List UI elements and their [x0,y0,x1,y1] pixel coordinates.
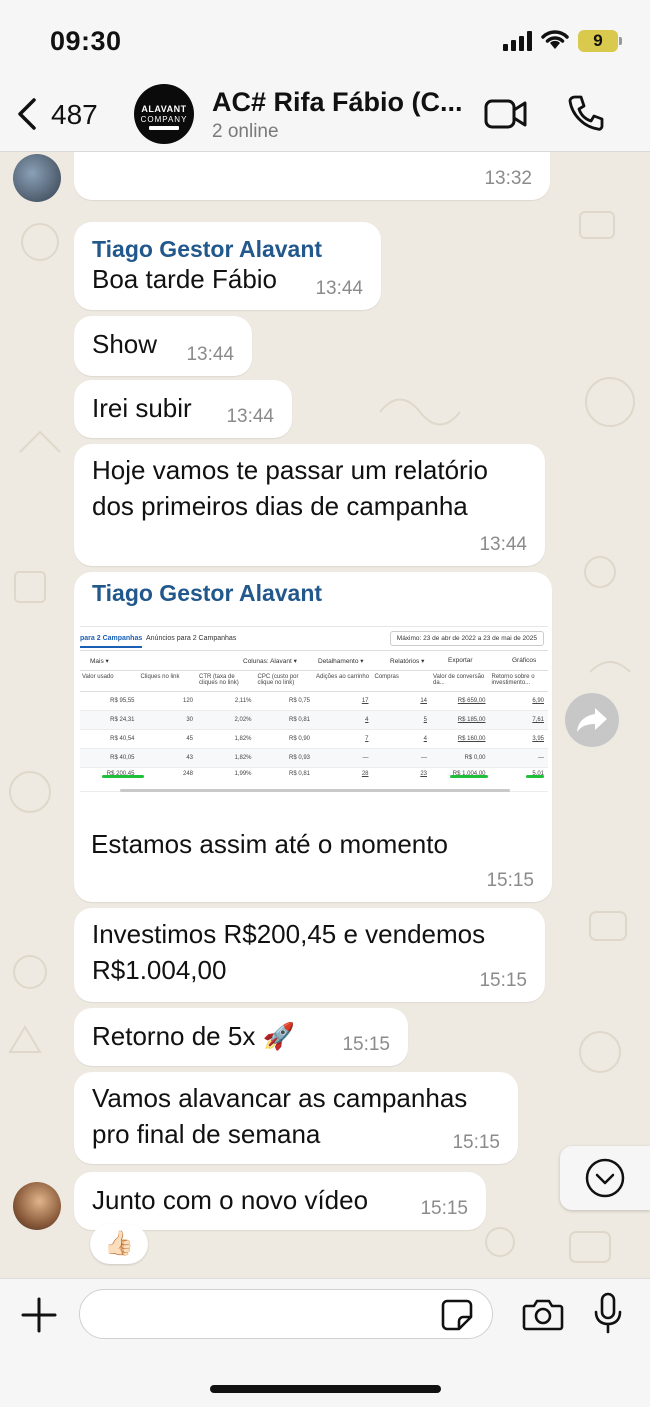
message-time: 15:15 [486,870,534,891]
report-charts: Gráficos [512,657,537,664]
microphone-icon[interactable] [593,1292,623,1334]
back-chevron-icon[interactable] [12,96,42,132]
report-row: R$ 95,55 120 2,11% R$ 0,75 17 14 R$ 659,00 6,90 [80,691,548,711]
chevron-down-icon [585,1158,625,1198]
message-text: Hoje vamos te passar um relatório dos pr… [92,455,488,521]
message-sender[interactable]: Tiago Gestor Alavant [92,236,363,263]
avatar-logo-line2: COMPANY [140,115,188,124]
message-text: Estamos assim até o momento [91,829,448,859]
report-col-header: CPC (custo por clique no link) [255,671,314,692]
message-time: 15:15 [452,1132,500,1153]
message-time: 13:44 [479,534,527,555]
message-bubble[interactable]: Retorno de 5x 🚀 15:15 [74,1008,408,1066]
participant-avatar[interactable] [13,154,61,202]
message-bubble[interactable]: Hoje vamos te passar um relatório dos pr… [74,444,545,566]
message-time: 15:15 [420,1198,468,1219]
report-col-header: Valor usado [80,671,139,692]
home-indicator [210,1385,441,1393]
report-row: R$ 40,05 43 1,82% R$ 0,93— — R$ 0,00— [80,748,548,768]
forward-arrow-icon [577,708,607,732]
highlight-mark [102,775,144,778]
online-status: 2 online [212,121,279,142]
message-text: Investimos R$200,45 e vendemos R$1.004,0… [92,919,486,985]
report-screenshot[interactable]: para 2 Campanhas Anúncios para 2 Campanh… [80,626,548,796]
message-bubble[interactable]: Junto com o novo vídeo 15:15 [74,1172,486,1230]
report-breakdown: Detalhamento ▾ [318,658,364,665]
chat-area[interactable]: 13:32 Tiago Gestor Alavant Boa tarde Fáb… [0,152,650,1278]
wifi-icon [541,30,569,49]
message-time: 13:32 [484,168,532,189]
message-text: Junto com o novo vídeo [92,1185,369,1215]
scroll-to-bottom-button[interactable] [560,1146,650,1210]
report-col-header: Compras [372,671,431,692]
report-col-header: Retorno sobre o investimento... [489,671,548,692]
message-bubble[interactable]: 13:32 [74,152,550,200]
sticker-icon[interactable] [441,1299,473,1331]
message-time: 15:15 [342,1034,390,1055]
message-bubble[interactable]: Irei subir 13:44 [74,380,292,438]
message-text: Vamos alavancar as campanhas pro final d… [92,1083,468,1149]
report-row: R$ 24,31 30 2,02% R$ 0,81 4 5 R$ 185,00 7,61 [80,710,548,730]
message-time: 15:15 [479,970,527,991]
report-date-range: Máximo: 23 de abr de 2022 a 23 de mai de… [389,631,544,646]
report-scrollbar [120,789,510,792]
report-tab-ads: Anúncios para 2 Campanhas [146,635,237,642]
report-columns: Colunas: Alavant ▾ [243,658,297,665]
report-tab-campaigns: para 2 Campanhas [80,635,143,648]
status-bar: 09:30 9 [0,0,650,78]
signal-icon [503,31,533,51]
status-time: 09:30 [50,26,122,56]
phone-call-icon[interactable] [567,94,605,132]
video-call-icon[interactable] [484,98,528,130]
battery-icon: 9 [578,30,622,52]
message-bubble[interactable]: Tiago Gestor Alavant Boa tarde Fábio 13:… [74,222,381,310]
report-more: Mais ▾ [90,658,109,665]
message-input[interactable] [79,1289,493,1339]
plus-icon[interactable] [20,1296,58,1334]
participant-avatar[interactable] [13,1182,61,1230]
chat-title[interactable]: AC# Rifa Fábio (C... [212,87,463,118]
highlight-mark [526,775,544,778]
message-bubble[interactable]: Show 13:44 [74,316,252,376]
report-row: R$ 40,54 45 1,82% R$ 0,90 7 4 R$ 160,00 3,95 [80,729,548,749]
message-time: 13:44 [226,406,274,427]
message-reaction[interactable]: 👍🏻 [90,1224,148,1264]
message-time: 13:44 [315,278,363,299]
chat-header: 487 ALAVANT COMPANY AC# Rifa Fábio (C...… [0,78,650,152]
message-bubble[interactable]: Investimos R$200,45 e vendemos R$1.004,0… [74,908,545,1002]
input-bar [0,1278,650,1407]
report-reports: Relatórios ▾ [390,658,425,665]
message-bubble[interactable]: Vamos alavancar as campanhas pro final d… [74,1072,518,1164]
avatar-logo-line1: ALAVANT [141,104,187,114]
report-export: Exportar [448,657,473,664]
forward-button[interactable] [565,693,619,747]
group-avatar[interactable]: ALAVANT COMPANY [134,84,194,144]
report-col-header: CTR (taxa de cliques no link) [197,671,256,692]
report-col-header: Adições ao carrinho [314,671,373,692]
report-total-row: R$ 200,45 248 1,99% R$ 0,81 28 23 R$ 1.004,00 5… [80,767,548,792]
message-sender[interactable]: Tiago Gestor Alavant [92,580,534,607]
camera-icon[interactable] [522,1297,564,1331]
report-table: Valor usado Cliques no link CTR (taxa de… [80,671,548,792]
highlight-mark [450,775,488,778]
report-col-header: Cliques no link [138,671,197,692]
report-header-row: Valor usado Cliques no link CTR (taxa de… [80,671,548,692]
message-time: 13:44 [186,344,234,365]
unread-count[interactable]: 487 [51,99,98,131]
report-col-header: Valor de conversão da... [431,671,490,692]
